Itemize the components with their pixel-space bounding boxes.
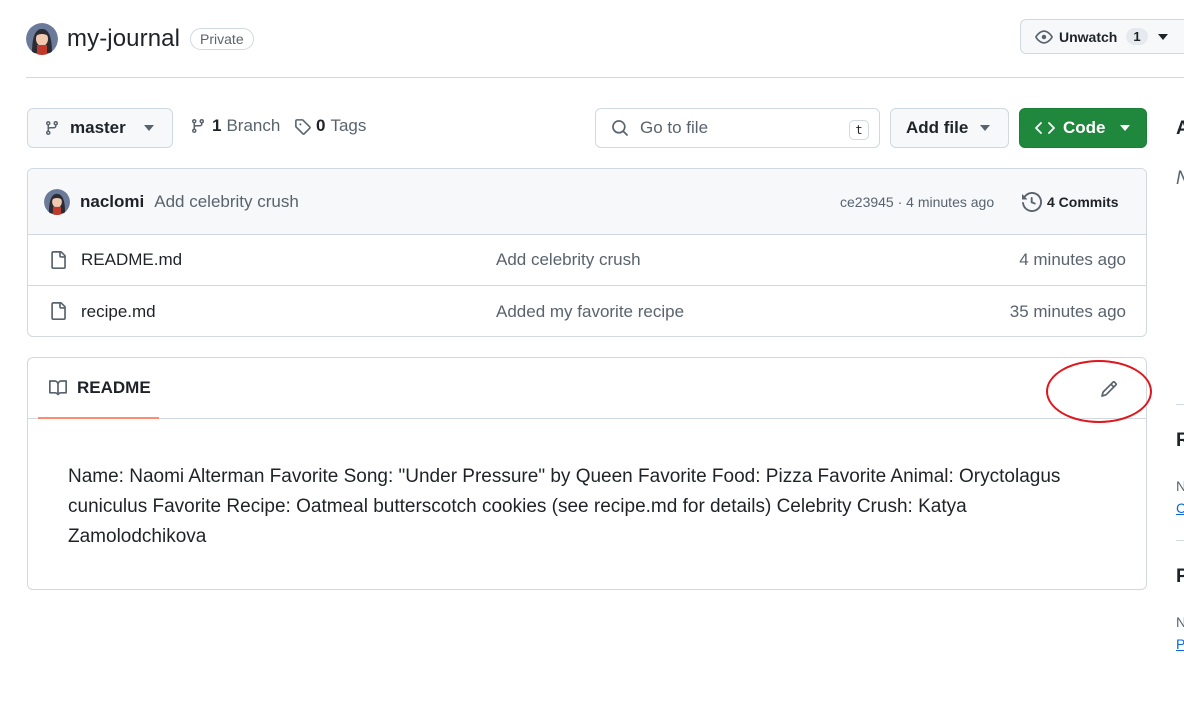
- branch-selector-button[interactable]: master: [27, 108, 173, 148]
- repo-header: my-journal Private: [26, 22, 254, 56]
- sidebar-heading-releases: R: [1176, 430, 1184, 451]
- sidebar-link-fragment[interactable]: P: [1176, 636, 1184, 652]
- file-icon: [49, 301, 67, 321]
- file-commit-message[interactable]: Add celebrity crush: [496, 250, 641, 270]
- add-file-label: Add file: [906, 118, 969, 137]
- table-row[interactable]: recipe.md Added my favorite recipe 35 mi…: [28, 286, 1146, 336]
- commits-history-link[interactable]: 4 Commits: [1022, 191, 1119, 212]
- file-commit-date: 4 minutes ago: [1019, 250, 1126, 269]
- watchers-count: 1: [1126, 28, 1148, 45]
- file-name[interactable]: recipe.md: [81, 302, 156, 322]
- search-icon: [611, 119, 629, 137]
- code-icon: [1035, 120, 1055, 136]
- tab-readme[interactable]: README: [38, 358, 159, 419]
- branches-link[interactable]: 1 Branch: [190, 116, 280, 136]
- chevron-down-icon: [1157, 33, 1168, 40]
- file-commit-message[interactable]: Added my favorite recipe: [496, 302, 684, 322]
- file-name[interactable]: README.md: [81, 250, 182, 270]
- table-row[interactable]: README.md Add celebrity crush 4 minutes …: [28, 235, 1146, 286]
- tags-label: Tags: [330, 116, 367, 135]
- keyboard-shortcut-hint: t: [849, 120, 869, 140]
- commit-author[interactable]: naclomi: [80, 192, 144, 212]
- header-divider: [26, 77, 1184, 78]
- sidebar-description-fragment: N: [1176, 168, 1184, 190]
- sidebar-text-fragment: N: [1176, 614, 1184, 630]
- code-label: Code: [1063, 118, 1106, 137]
- file-list: naclomi Add celebrity crush ce23945 · 4 …: [27, 168, 1147, 337]
- code-button[interactable]: Code: [1019, 108, 1147, 148]
- tag-icon: [294, 118, 311, 135]
- commits-count-label: 4 Commits: [1047, 193, 1119, 210]
- sidebar-divider: [1176, 404, 1184, 405]
- branches-label: Branch: [226, 116, 281, 135]
- readme-content: Name: Naomi Alterman Favorite Song: "Und…: [68, 466, 1061, 547]
- sidebar-heading-packages: P: [1176, 566, 1184, 587]
- branch-name: master: [70, 118, 126, 137]
- latest-commit-bar: naclomi Add celebrity crush ce23945 · 4 …: [28, 169, 1146, 235]
- owner-avatar[interactable]: [26, 23, 58, 55]
- add-file-button[interactable]: Add file: [890, 108, 1009, 148]
- chevron-down-icon: [143, 125, 154, 131]
- pencil-icon: [1100, 380, 1118, 398]
- edit-readme-button[interactable]: [1098, 378, 1120, 400]
- readme-panel: README Name: Naomi Alterman Favorite Son…: [27, 357, 1147, 590]
- repo-name[interactable]: my-journal: [67, 25, 180, 53]
- unwatch-label: Unwatch: [1059, 28, 1118, 45]
- commit-message[interactable]: Add celebrity crush: [154, 192, 299, 212]
- git-branch-icon: [190, 118, 206, 134]
- sidebar-text-fragment: N: [1176, 478, 1184, 494]
- book-icon: [48, 379, 68, 397]
- chevron-down-icon: [1119, 125, 1130, 131]
- branches-count: 1: [212, 116, 222, 135]
- commit-hash-time[interactable]: ce23945 · 4 minutes ago: [840, 194, 994, 210]
- file-icon: [49, 250, 67, 270]
- tags-count: 0: [316, 116, 326, 135]
- commit-author-avatar[interactable]: [44, 188, 70, 215]
- chevron-down-icon: [980, 125, 991, 131]
- history-icon: [1022, 191, 1042, 212]
- readme-tab-label: README: [77, 377, 151, 397]
- eye-icon: [1035, 28, 1053, 46]
- go-to-file-input[interactable]: Go to file t: [595, 108, 880, 148]
- sidebar-divider: [1176, 540, 1184, 541]
- sidebar-heading-about: A: [1176, 118, 1184, 139]
- readme-header: README: [28, 358, 1146, 419]
- sidebar-link-fragment[interactable]: C: [1176, 500, 1184, 516]
- search-placeholder: Go to file: [640, 118, 709, 137]
- unwatch-button[interactable]: Unwatch 1: [1020, 19, 1184, 54]
- visibility-badge: Private: [190, 28, 254, 50]
- tags-link[interactable]: 0 Tags: [294, 116, 366, 136]
- file-commit-date: 35 minutes ago: [1009, 301, 1126, 321]
- git-branch-icon: [44, 120, 60, 136]
